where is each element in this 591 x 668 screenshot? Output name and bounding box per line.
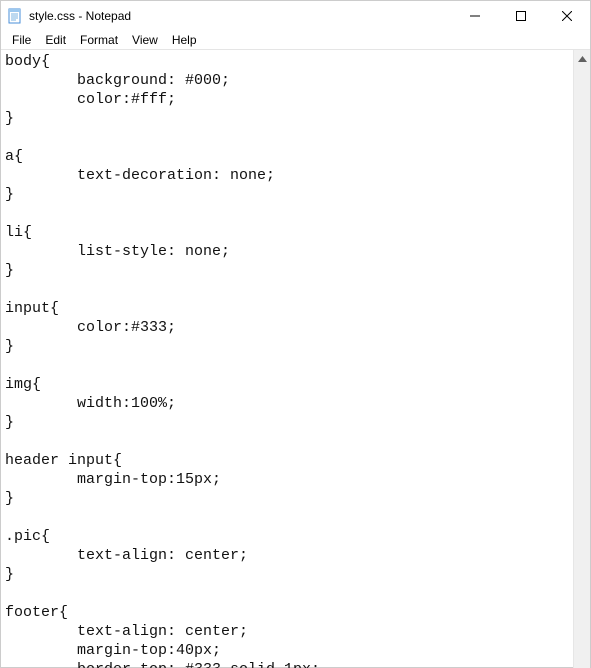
scroll-up-arrow-icon[interactable] — [574, 50, 591, 67]
menu-file[interactable]: File — [5, 31, 38, 49]
close-button[interactable] — [544, 1, 590, 31]
menubar: File Edit Format View Help — [1, 31, 590, 50]
menu-help[interactable]: Help — [165, 31, 204, 49]
window-controls — [452, 1, 590, 31]
menu-edit[interactable]: Edit — [38, 31, 73, 49]
notepad-icon — [7, 8, 23, 24]
menu-format[interactable]: Format — [73, 31, 125, 49]
minimize-button[interactable] — [452, 1, 498, 31]
notepad-window: style.css - Notepad File Edit Format Vie… — [0, 0, 591, 668]
titlebar[interactable]: style.css - Notepad — [1, 1, 590, 31]
window-title: style.css - Notepad — [29, 9, 131, 23]
vertical-scrollbar[interactable] — [573, 50, 590, 668]
title-left: style.css - Notepad — [7, 8, 131, 24]
maximize-button[interactable] — [498, 1, 544, 31]
content-area: body{ background: #000; color:#fff; } a{… — [1, 50, 590, 668]
menu-view[interactable]: View — [125, 31, 165, 49]
editor-textarea[interactable]: body{ background: #000; color:#fff; } a{… — [1, 50, 573, 668]
